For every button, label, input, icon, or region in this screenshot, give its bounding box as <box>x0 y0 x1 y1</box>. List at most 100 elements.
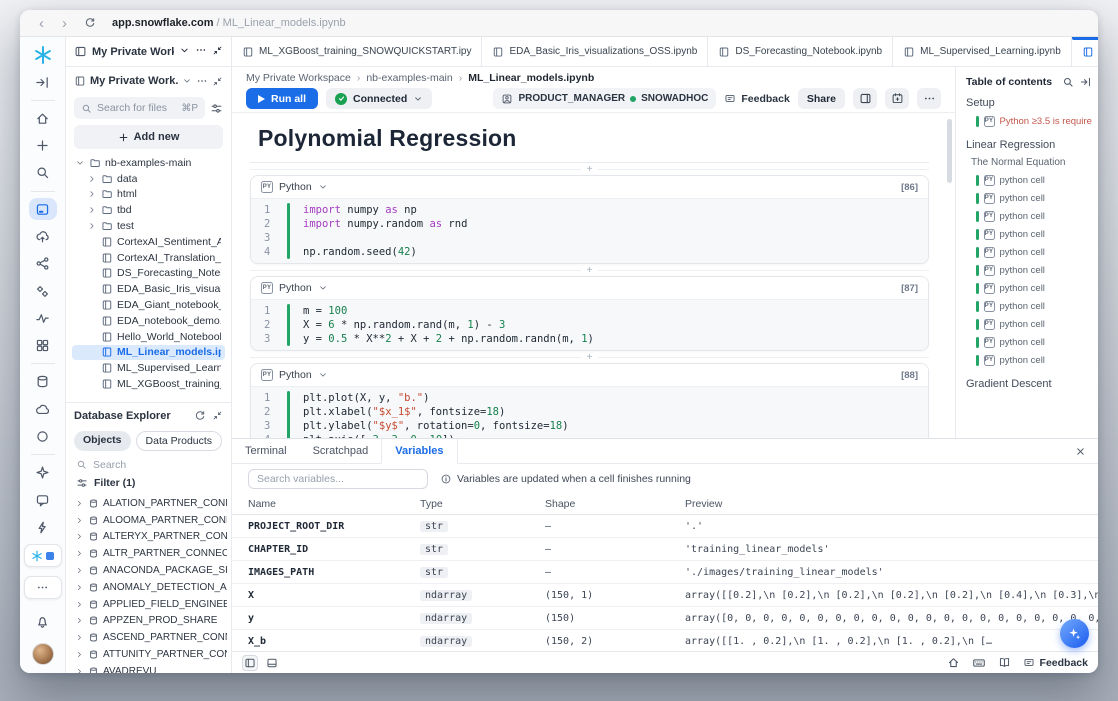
variable-row-CHAPTER_ID[interactable]: CHAPTER_IDstr–'training_linear_models' <box>232 538 1098 561</box>
chevron-right-icon[interactable] <box>74 516 84 525</box>
tree-item-DS_Forecasting_Noteboo...[interactable]: DS_Forecasting_Noteboo... <box>72 266 225 282</box>
toc-cell-link[interactable]: PYpython cell <box>966 189 1092 207</box>
chevron-right-icon[interactable] <box>74 633 84 642</box>
markdown-title[interactable]: Polynomial Regression <box>258 125 929 152</box>
chevron-down-icon[interactable] <box>179 43 190 61</box>
toc-cell-link[interactable]: PYpython cell <box>966 279 1092 297</box>
connection-status-button[interactable]: Connected <box>326 88 432 109</box>
more-icon[interactable] <box>195 43 207 61</box>
variables-search-input[interactable]: Search variables... <box>248 469 428 489</box>
toggle-sidebar-icon[interactable] <box>242 655 258 671</box>
horizon-icon[interactable] <box>29 426 57 447</box>
toc-cell-link[interactable]: PYpython cell <box>966 243 1092 261</box>
bottom-tab-Variables[interactable]: Variables <box>381 439 457 464</box>
tree-item-html[interactable]: html <box>72 187 225 203</box>
tree-item-ML_XGBoost_training_SN...[interactable]: ML_XGBoost_training_SN... <box>72 376 225 392</box>
collapse-panel-icon[interactable] <box>212 76 223 87</box>
tree-item-nb-examples-main[interactable]: nb-examples-main <box>72 155 225 171</box>
tree-item-ML_Linear_models.ipynb[interactable]: ML_Linear_models.ipynb <box>72 345 225 361</box>
activity-icon[interactable] <box>29 308 57 329</box>
tab-ML_Supervised_Learning.ipynb[interactable]: ML_Supervised_Learning.ipynb <box>893 37 1072 66</box>
tree-item-EDA_Basic_Iris_visualizatio...[interactable]: EDA_Basic_Iris_visualizatio... <box>72 281 225 297</box>
database-item-ANACONDA_PACKAGE_SH...[interactable]: ANACONDA_PACKAGE_SH... <box>70 562 227 579</box>
data-icon[interactable] <box>29 371 57 392</box>
chevron-right-icon[interactable] <box>86 205 97 215</box>
database-item-ANOMALY_DETECTION_APP[interactable]: ANOMALY_DETECTION_APP <box>70 579 227 596</box>
toc-cell-link[interactable]: PYPython ≥3.5 is required <box>966 112 1092 130</box>
chevron-right-icon[interactable] <box>86 221 97 231</box>
workspace-name[interactable]: My Private Work... <box>90 75 178 87</box>
run-all-button[interactable]: Run all <box>246 88 318 109</box>
forward-icon[interactable]: › <box>55 16 74 31</box>
chevron-right-icon[interactable] <box>74 566 84 575</box>
cell-code[interactable]: 1import numpy as np2import numpy.random … <box>251 198 928 263</box>
more-actions-button[interactable] <box>917 88 941 109</box>
transform-icon[interactable] <box>29 280 57 301</box>
schedule-button[interactable] <box>885 88 909 109</box>
close-panel-icon[interactable] <box>1063 439 1098 463</box>
tree-item-CortexAI_Sentiment_Anal...[interactable]: CortexAI_Sentiment_Anal... <box>72 234 225 250</box>
collapse-section-icon[interactable] <box>212 410 223 421</box>
tab-DS_Forecasting_Notebook.ipynb[interactable]: DS_Forecasting_Notebook.ipynb <box>708 37 893 66</box>
database-filter[interactable]: Filter (1) <box>66 477 231 495</box>
bottom-tab-Terminal[interactable]: Terminal <box>232 439 300 463</box>
variable-row-y[interactable]: yndarray(150)array([0, 0, 0, 0, 0, 0, 0,… <box>232 607 1098 630</box>
database-item-ATTUNITY_PARTNER_CON...[interactable]: ATTUNITY_PARTNER_CON... <box>70 646 227 663</box>
insert-cell-plus-icon[interactable]: + <box>581 352 599 363</box>
role-warehouse-chip[interactable]: PRODUCT_MANAGER SNOWADHOC <box>493 88 716 109</box>
refresh-icon[interactable] <box>194 410 206 422</box>
toggle-bottom-panel-icon[interactable] <box>266 657 278 669</box>
chevron-right-icon[interactable] <box>74 616 84 625</box>
code-cell[interactable]: PYPython[88]1plt.plot(X, y, "b.")2plt.xl… <box>250 363 929 438</box>
projects-icon[interactable] <box>29 198 57 219</box>
chevron-down-icon[interactable] <box>74 158 85 168</box>
database-search-input[interactable]: Search <box>66 457 231 477</box>
tree-item-CortexAI_Translation_SNO...[interactable]: CortexAI_Translation_SNO... <box>72 250 225 266</box>
toc-heading-Setup[interactable]: Setup <box>966 97 1092 109</box>
cell-language-selector[interactable]: PYPython[87] <box>251 277 928 299</box>
tree-item-EDA_Giant_notebook_170c...[interactable]: EDA_Giant_notebook_170c... <box>72 297 225 313</box>
insert-cell-divider[interactable]: + <box>250 264 929 276</box>
chevron-right-icon[interactable] <box>74 600 84 609</box>
toc-cell-link[interactable]: PYpython cell <box>966 351 1092 369</box>
copilot-chat-icon[interactable] <box>29 489 57 510</box>
database-item-APPZEN_PROD_SHARE[interactable]: APPZEN_PROD_SHARE <box>70 613 227 630</box>
toc-cell-link[interactable]: PYpython cell <box>966 171 1092 189</box>
feedback-button[interactable]: Feedback <box>724 93 789 105</box>
cell-language-selector[interactable]: PYPython[88] <box>251 364 928 386</box>
reload-icon[interactable] <box>78 17 102 29</box>
tree-item-data[interactable]: data <box>72 171 225 187</box>
code-cell[interactable]: PYPython[86]1import numpy as np2import n… <box>250 175 929 264</box>
toc-heading-The Normal Equation[interactable]: The Normal Equation <box>971 157 1092 168</box>
flash-icon[interactable] <box>29 517 57 538</box>
tree-item-ML_Supervised_Learning.i...[interactable]: ML_Supervised_Learning.i... <box>72 360 225 376</box>
share-button[interactable]: Share <box>798 88 845 109</box>
toc-search-icon[interactable] <box>1062 76 1074 88</box>
toc-cell-link[interactable]: PYpython cell <box>966 207 1092 225</box>
tree-item-test[interactable]: test <box>72 218 225 234</box>
chevron-right-icon[interactable] <box>74 499 84 508</box>
chevron-right-icon[interactable] <box>74 650 84 659</box>
chevron-right-icon[interactable] <box>74 532 84 541</box>
rail-more-button[interactable] <box>24 576 62 599</box>
chevron-right-icon[interactable] <box>86 174 97 184</box>
status-feedback-button[interactable]: Feedback <box>1023 657 1088 669</box>
chevron-down-icon[interactable] <box>182 76 192 86</box>
database-item-ASCEND_PARTNER_CONNE...[interactable]: ASCEND_PARTNER_CONNE... <box>70 629 227 646</box>
bottom-tab-Scratchpad[interactable]: Scratchpad <box>300 439 382 463</box>
toc-cell-link[interactable]: PYpython cell <box>966 315 1092 333</box>
user-avatar[interactable] <box>32 643 54 665</box>
tree-item-tbd[interactable]: tbd <box>72 202 225 218</box>
toc-heading-Linear Regression[interactable]: Linear Regression <box>966 139 1092 151</box>
insert-cell-divider[interactable]: + <box>250 351 929 363</box>
toc-heading-Gradient Descent[interactable]: Gradient Descent <box>966 378 1092 390</box>
variable-row-PROJECT_ROOT_DIR[interactable]: PROJECT_ROOT_DIRstr–'.' <box>232 515 1098 538</box>
notebook-scrollbar[interactable] <box>947 119 952 183</box>
file-filter-icon[interactable] <box>210 102 223 115</box>
database-item-ALATION_PARTNER_CONN...[interactable]: ALATION_PARTNER_CONN... <box>70 495 227 512</box>
cell-code[interactable]: 1plt.plot(X, y, "b.")2plt.xlabel("$x_1$"… <box>251 386 928 438</box>
code-cell[interactable]: PYPython[87]1m = 1002X = 6 * np.random.r… <box>250 276 929 351</box>
tab-objects[interactable]: Objects <box>74 431 131 451</box>
home-icon[interactable] <box>29 108 57 129</box>
database-item-ALTERYX_PARTNER_CONN...[interactable]: ALTERYX_PARTNER_CONN... <box>70 529 227 546</box>
